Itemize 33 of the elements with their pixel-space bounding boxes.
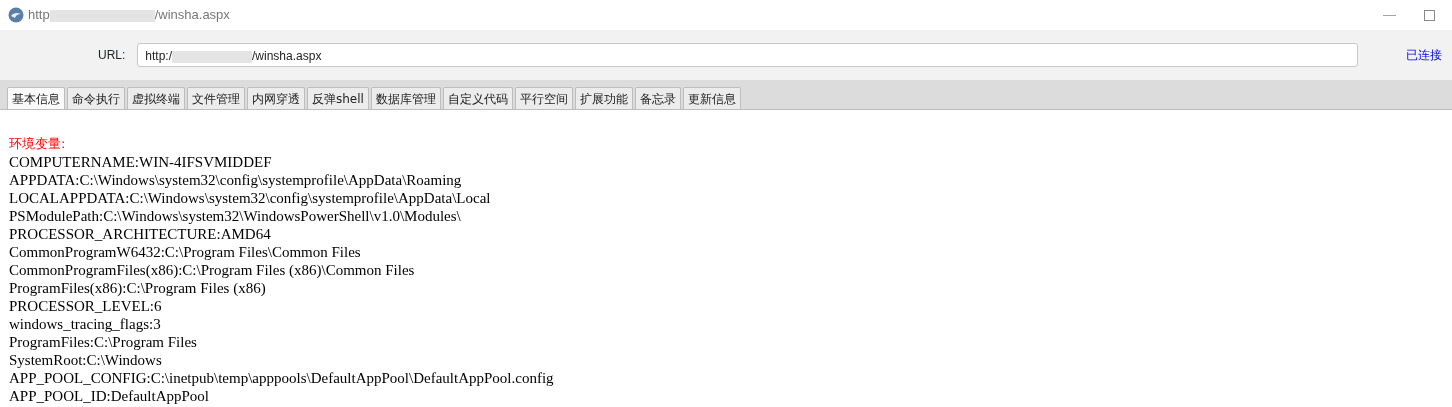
env-variable-line: PROCESSOR_LEVEL:6	[9, 297, 163, 315]
tab[interactable]: 内网穿透	[247, 87, 305, 109]
tab[interactable]: 自定义代码	[442, 87, 513, 109]
section-heading: 环境变量:	[9, 135, 67, 153]
env-variable-line: windows_tracing_flags:3	[9, 315, 162, 333]
connection-status: 已连接	[1406, 47, 1442, 64]
env-variable-line: APP_POOL_CONFIG:C:\inetpub\temp\apppools\DefaultAppPool\DefaultAppPool.config	[9, 369, 555, 387]
tab[interactable]: 扩展功能	[574, 87, 633, 109]
env-variable-line: ProgramFiles:C:\Program Files	[9, 333, 198, 351]
tab[interactable]: 备忘录	[634, 87, 681, 109]
env-variable-line: PSModulePath:C:\Windows\system32\WindowsPowerShell\v1.0\Modules\	[9, 207, 462, 225]
url-label: URL:	[98, 47, 126, 64]
url-field[interactable]: http:/ /winsha.aspx	[137, 43, 1358, 67]
env-variable-line: COMPUTERNAME:WIN-4IFSVMIDDEF	[9, 153, 273, 171]
env-variable-line: APP_POOL_ID:DefaultAppPool	[9, 387, 210, 405]
tab[interactable]: 虚拟终端	[127, 87, 185, 109]
tab[interactable]: 文件管理	[187, 87, 245, 109]
env-variable-line: APPDATA:C:\Windows\system32\config\systemprofile\AppData\Roaming	[9, 171, 463, 189]
env-variable-line: ProgramFiles(x86):C:\Program Files (x86)	[9, 279, 267, 297]
tab[interactable]: 反弹shell	[307, 87, 369, 109]
env-variable-line: CommonProgramFiles(x86):C:\Program Files (x86)\Common Files	[9, 261, 416, 279]
env-variable-line: CommonProgramW6432:C:\Program Files\Common Files	[9, 243, 362, 261]
app-logo-icon	[8, 7, 24, 23]
tab[interactable]: 命令执行	[67, 87, 125, 109]
env-variable-line: LOCALAPPDATA:C:\Windows\system32\config\systemprofile\AppData\Local	[9, 189, 492, 207]
tab[interactable]: 基本信息	[7, 87, 65, 109]
tab[interactable]: 平行空间	[514, 87, 573, 109]
tab[interactable]: 更新信息	[682, 87, 741, 109]
env-variable-line: PROCESSOR_ARCHITECTURE:AMD64	[9, 225, 272, 243]
window-title: http /winsha.aspx	[28, 6, 230, 25]
maximize-button[interactable]	[1424, 9, 1435, 21]
env-variable-line: SystemRoot:C:\Windows	[9, 351, 163, 369]
tab[interactable]: 数据库管理	[370, 87, 441, 109]
